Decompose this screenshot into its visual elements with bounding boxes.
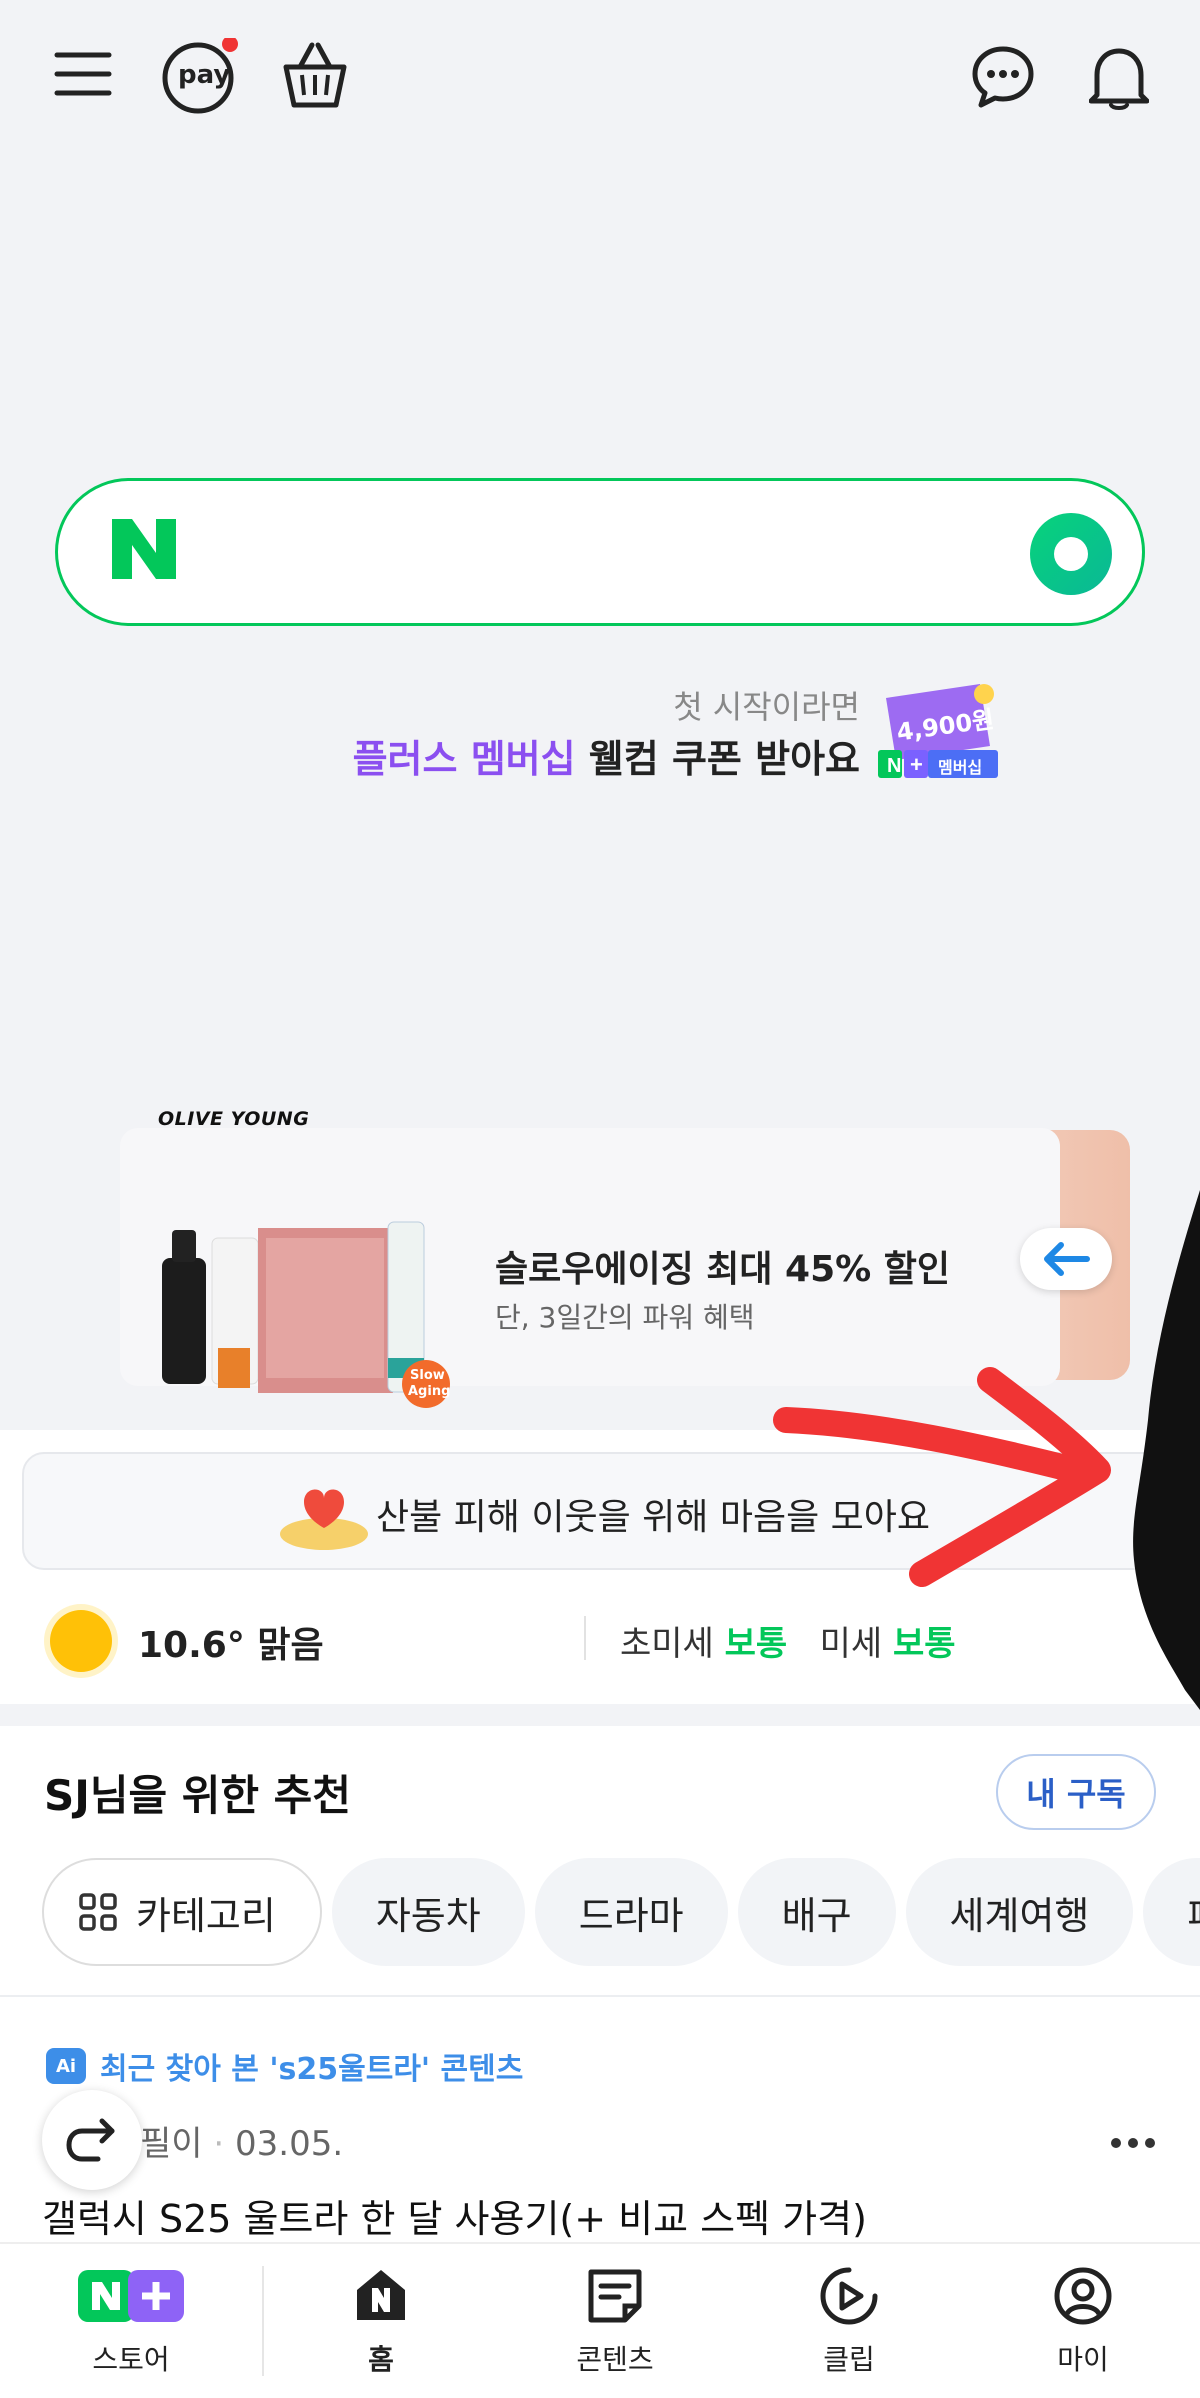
fine-dust-value: 보통 [724,1624,788,1664]
nav-contents[interactable]: 콘텐츠 [540,2266,690,2396]
promo-subtitle: 첫 시작이라면 [673,688,860,726]
section-separator [0,1704,1200,1726]
chip-label: 자동차 [375,1893,481,1938]
contents-icon [588,2269,642,2323]
notification-bell-icon[interactable] [1084,40,1154,114]
naver-pay-button[interactable]: pay [160,38,240,118]
redo-arrow-icon [66,2118,115,2162]
clip-play-icon [820,2267,878,2325]
arrow-left-icon [1044,1242,1090,1276]
nav-home-label: 홈 [368,2343,394,2376]
naver-logo [108,517,188,587]
coupon-graphic: N + 4,900원 멤버십 [878,680,1000,786]
nav-store[interactable]: 스토어 [56,2266,206,2396]
feed-divider [0,1995,1200,1997]
chip-label: 세계여행 [949,1893,1090,1938]
weather-summary: 10.6° 맑음 [138,1616,324,1668]
more-options-icon[interactable] [1108,2128,1158,2158]
brand-logo: OLIVE YOUNG [158,1108,310,1130]
promo-title: 플러스 멤버십 웰컴 쿠폰 받아요 [353,728,860,783]
chip-label: 카테고리 [136,1893,276,1938]
nav-store-label: 스토어 [92,2343,170,2376]
chip-label: 배구 [781,1893,852,1938]
heart-hands-icon [274,1472,374,1552]
refresh-button[interactable] [42,2090,142,2190]
promo-title-rest: 웰컴 쿠폰 받아요 [575,737,860,781]
category-chips: 카테고리 자동차 드라마 배구 세계여행 패 [42,1858,1200,1968]
menu-icon[interactable] [48,44,118,104]
banner-title: 슬로우에이징 최대 45% 할인 [495,1249,950,1290]
nav-clip[interactable]: 클립 [774,2266,924,2396]
recommend-title: SJ님을 위한 추천 [44,1771,351,1820]
coupon-badge: 멤버십 [938,758,983,777]
pay-label: pay [178,60,231,90]
naver-plus-store-icon [78,2270,184,2322]
chip-drama[interactable]: 드라마 [534,1858,728,1966]
chip-volleyball[interactable]: 배구 [737,1858,896,1966]
ai-badge: Ai [46,2048,86,2084]
donation-text: 산불 피해 이웃을 위해 마음을 모아요 [376,1497,931,1538]
chip-car[interactable]: 자동차 [331,1858,525,1966]
search-input[interactable] [208,511,1008,591]
nav-divider [262,2266,264,2376]
home-icon [357,2270,405,2320]
product-sticker-1: Slow [410,1368,445,1383]
temperature: 10.6° [138,1625,245,1666]
my-subscription-button[interactable]: 내 구독 [996,1754,1156,1830]
search-bar[interactable] [55,478,1145,626]
bottom-navigation: 스토어 홈 콘텐츠 클립 마이 [0,2242,1200,2398]
nav-clip-label: 클립 [823,2343,875,2376]
chip-label: 드라마 [578,1893,684,1938]
weather-bar[interactable]: 10.6° 맑음 초미세 보통 미세 보통 [0,1600,1200,1676]
ad-banner[interactable]: Slow Aging 슬로우에이징 최대 45% 할인 단, 3일간의 파워 혜… [120,1108,1130,1408]
nav-home[interactable]: 홈 [306,2266,456,2396]
post-author[interactable]: 필이 [140,2124,203,2164]
chip-world-travel[interactable]: 세계여행 [905,1858,1134,1966]
top-bar: pay [0,0,1200,150]
weather-divider [584,1616,586,1660]
nav-contents-label: 콘텐츠 [576,2343,654,2376]
nav-my[interactable]: 마이 [1008,2266,1158,2396]
chip-partial[interactable]: 패 [1143,1858,1200,1966]
promo-title-accent: 플러스 멤버십 [352,737,576,781]
banner-subtitle: 단, 3일간의 파워 혜택 [495,1301,755,1334]
svg-text:N: N [887,755,901,777]
svg-text:+: + [910,752,923,777]
banner-card[interactable]: Slow Aging 슬로우에이징 최대 45% 할인 단, 3일간의 파워 혜… [120,1128,1060,1408]
dust-value: 보통 [893,1624,956,1664]
chip-label: 패 [1187,1885,1200,1940]
recent-label-text: 최근 찾아 본 's25울트라' 콘텐츠 [100,2052,524,2087]
chip-category[interactable]: 카테고리 [42,1858,322,1966]
post-date: 03.05. [235,2124,344,2164]
membership-promo[interactable]: 첫 시작이라면 플러스 멤버십 웰컴 쿠폰 받아요 N + 4,900원 멤버십 [353,676,1010,796]
product-image: Slow Aging [148,1208,458,1408]
nav-my-label: 마이 [1057,2343,1109,2376]
product-sticker-2: Aging [408,1384,451,1399]
sun-icon [50,1610,112,1672]
grid-icon [79,1893,117,1931]
post-title[interactable]: 갤럭시 S25 울트라 한 달 사용기(+ 비교 스펙 가격) [42,2188,867,2243]
weather-condition: 맑음 [257,1625,324,1666]
donation-banner[interactable]: 산불 피해 이웃을 위해 마음을 모아요 [22,1452,1200,1570]
profile-icon [1054,2267,1112,2325]
recent-search-label[interactable]: Ai 최근 찾아 본 's25울트라' 콘텐츠 [46,2044,523,2088]
chat-icon[interactable] [968,40,1038,114]
green-dot-button[interactable] [1030,513,1112,595]
shopping-bag-icon[interactable] [280,36,350,112]
banner-prev-button[interactable] [1020,1228,1112,1290]
fine-dust-label: 초미세 [620,1624,714,1664]
dust-info: 초미세 보통 미세 보통 [620,1616,956,1665]
post-meta: 필이 · 03.05. [140,2124,344,2164]
dust-label: 미세 [819,1624,883,1664]
